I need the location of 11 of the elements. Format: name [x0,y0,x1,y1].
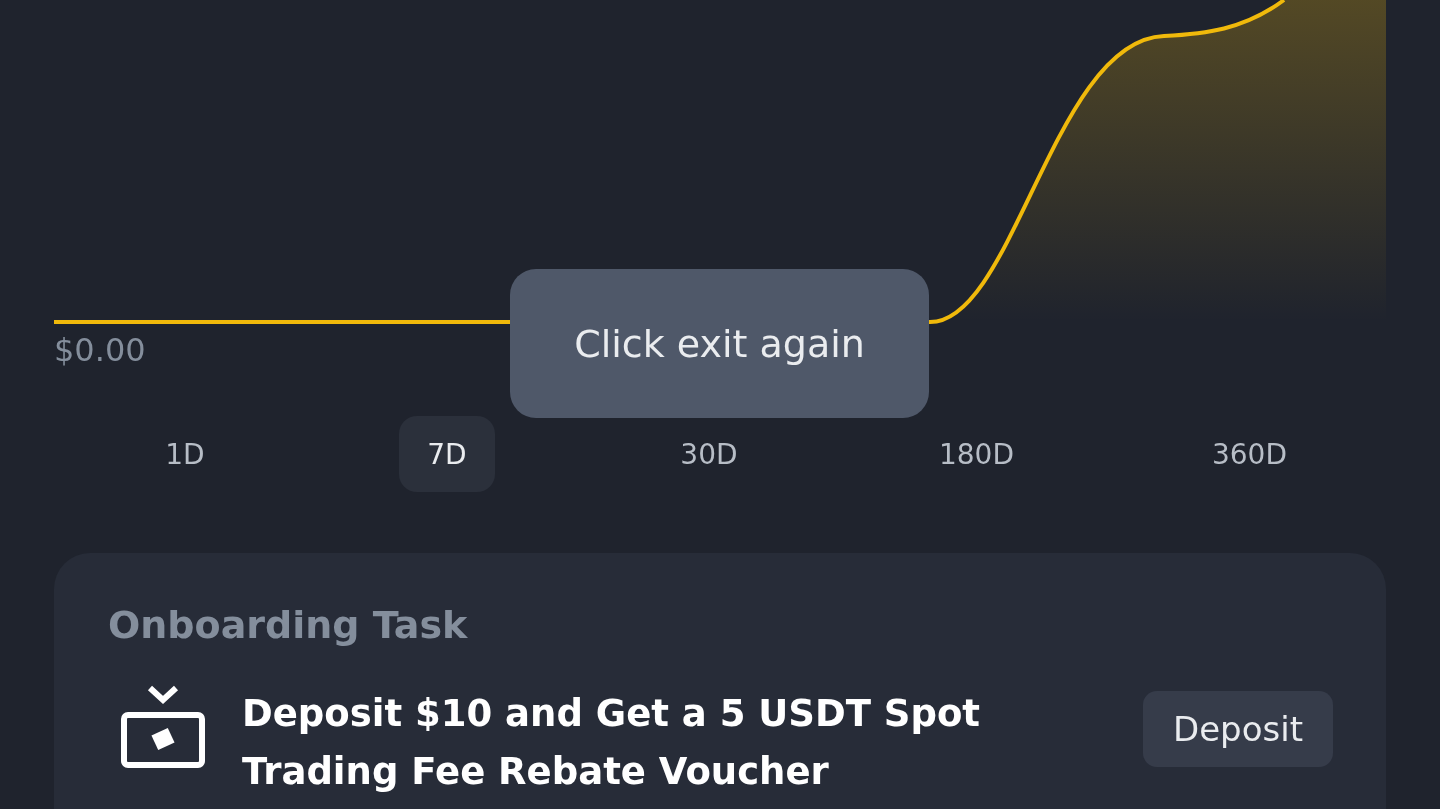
axis-label: $0.00 [54,330,146,370]
period-tab[interactable]: 180D [922,416,1030,492]
period-tab[interactable]: 30D [660,416,757,492]
tv-icon [120,685,206,771]
period-tab[interactable]: 360D [1195,416,1303,492]
toast-message: Click exit again [510,269,929,418]
task-description: Deposit $10 and Get a 5 USDT Spot Trading Fee Rebate Voucher [242,691,982,795]
period-tab[interactable]: 1D [137,416,233,492]
card-title: Onboarding Task [108,602,468,649]
deposit-button[interactable]: Deposit [1143,691,1333,767]
period-tab[interactable]: 7D [398,416,495,492]
